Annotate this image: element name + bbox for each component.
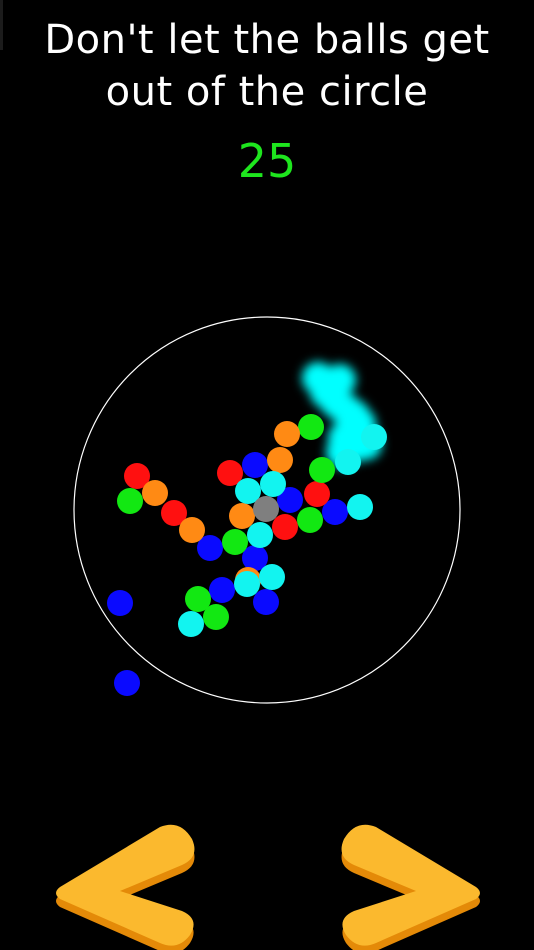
ball-red	[272, 514, 298, 540]
ball-cyan	[361, 424, 387, 450]
ball-orange	[229, 503, 255, 529]
ball-blue	[114, 670, 140, 696]
ball-orange	[274, 421, 300, 447]
ball-green	[117, 488, 143, 514]
ball-cyan	[178, 611, 204, 637]
rotate-left-button[interactable]	[50, 815, 220, 950]
ball-cyan	[347, 494, 373, 520]
chevron-right-icon	[341, 824, 480, 950]
ball-cyan	[260, 471, 286, 497]
ball-cluster	[107, 414, 387, 696]
ball-cyan	[259, 564, 285, 590]
ball-orange	[267, 447, 293, 473]
ball-green	[203, 604, 229, 630]
game-field	[73, 316, 461, 704]
ball-blue	[107, 590, 133, 616]
rotate-right-button[interactable]	[316, 815, 486, 950]
ball-green	[298, 414, 324, 440]
ball-gray	[253, 496, 279, 522]
ball-blue	[242, 452, 268, 478]
ball-cyan	[234, 571, 260, 597]
ball-orange	[179, 517, 205, 543]
ball-cyan	[247, 522, 273, 548]
ball-green	[222, 529, 248, 555]
ball-green	[297, 507, 323, 533]
ball-cyan	[335, 449, 361, 475]
ball-red	[304, 481, 330, 507]
ball-blue	[253, 589, 279, 615]
ball-green	[309, 457, 335, 483]
ball-blue	[209, 577, 235, 603]
chevron-left-icon	[56, 824, 195, 950]
ball-orange	[142, 480, 168, 506]
